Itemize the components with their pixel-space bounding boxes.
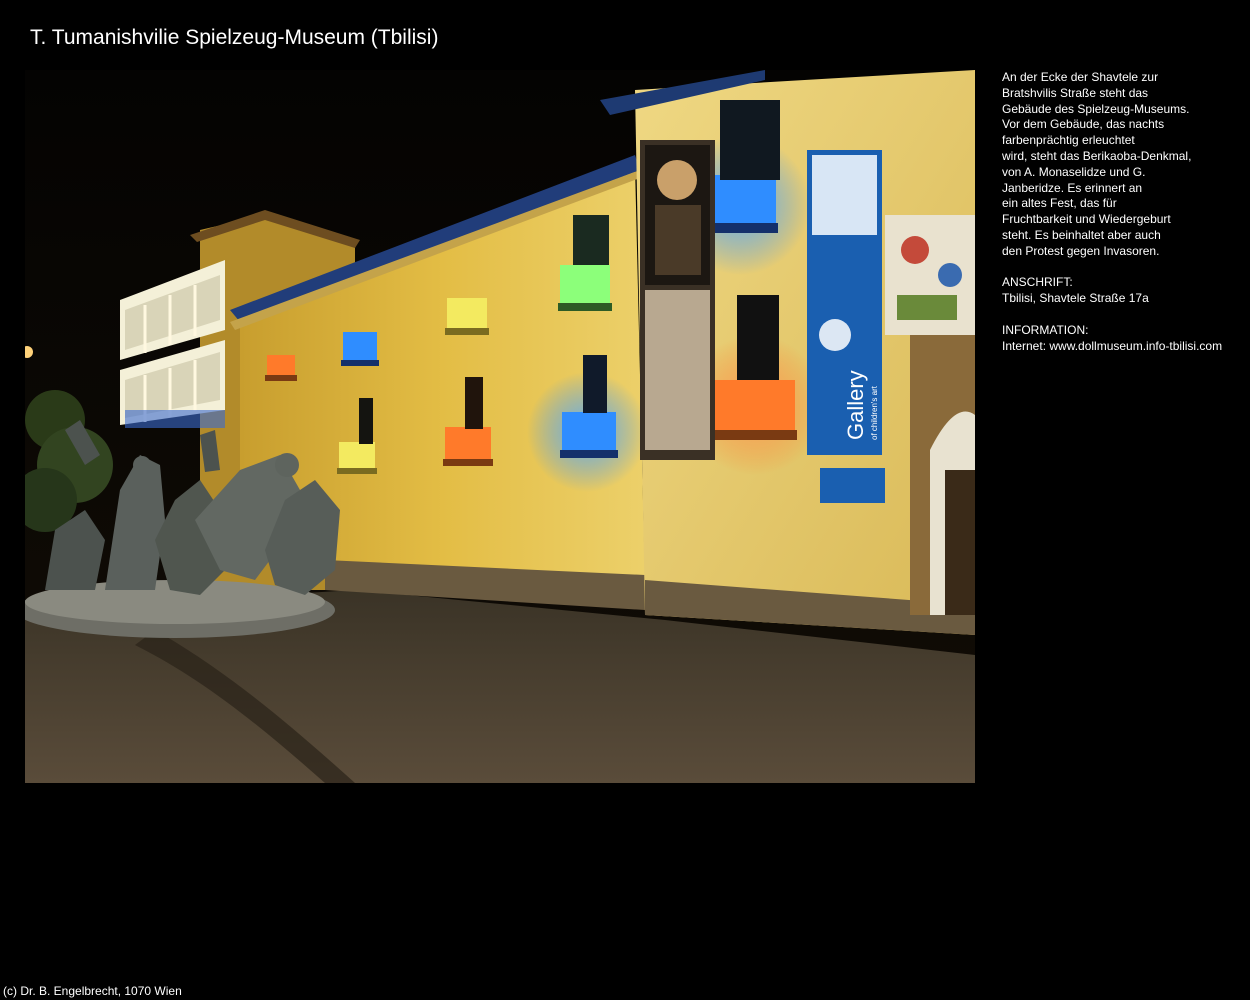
address-heading: ANSCHRIFT: <box>1002 275 1073 290</box>
window <box>465 377 483 429</box>
sign-banner-subtext: of children's art <box>870 385 879 440</box>
information-block: INFORMATION: Internet: www.dollmuseum.in… <box>1002 323 1242 355</box>
poster-portrait <box>640 140 715 460</box>
museum-photo: Gallery of children's art <box>25 70 975 783</box>
address-block: ANSCHRIFT: Tbilisi, Shavtele Straße 17a <box>1002 275 1242 307</box>
description-line: Bratshvilis Straße steht das <box>1002 85 1149 100</box>
description-line: den Protest gegen Invasoren. <box>1002 243 1160 258</box>
museum-photo-illustration: Gallery of children's art <box>25 70 975 783</box>
window <box>737 295 779 380</box>
balcony-yellow-upper <box>445 298 489 335</box>
entrance-door <box>945 470 975 615</box>
sign-banner-text: Gallery <box>843 370 868 440</box>
window <box>573 215 609 265</box>
balcony-yellow-lower <box>337 442 377 474</box>
description-line: ein altes Fest, das für <box>1002 196 1117 211</box>
balcony-orange-left <box>265 355 297 381</box>
address-value: Tbilisi, Shavtele Straße 17a <box>1002 291 1149 306</box>
information-heading: INFORMATION: <box>1002 322 1089 337</box>
description-line: Janberidze. Es erinnert an <box>1002 180 1143 195</box>
copyright-footer: (c) Dr. B. Engelbrecht, 1070 Wien <box>3 984 182 998</box>
description-line: An der Ecke der Shavtele zur <box>1002 70 1159 84</box>
balcony-green <box>558 265 612 311</box>
balcony-orange-middle <box>443 427 493 466</box>
small-sign <box>820 468 885 503</box>
window <box>720 100 780 180</box>
description-line: Fruchtbarkeit und Wiedergeburt <box>1002 212 1171 227</box>
sign-banner-gallery: Gallery of children's art <box>807 150 882 455</box>
page-title: T. Tumanishvilie Spielzeug-Museum (Tbili… <box>30 26 439 49</box>
description-line: farbenprächtig erleuchtet <box>1002 133 1135 148</box>
balcony-blue-small <box>341 332 379 366</box>
window <box>359 398 373 444</box>
window <box>583 355 607 413</box>
poster-childrens-art <box>885 215 975 335</box>
page: T. Tumanishvilie Spielzeug-Museum (Tbili… <box>0 0 1250 1000</box>
information-value: Internet: www.dollmuseum.info-tbilisi.co… <box>1002 338 1223 353</box>
description-panel: An der Ecke der Shavtele zur Bratshvilis… <box>1002 70 1242 370</box>
description-text: An der Ecke der Shavtele zur Bratshvilis… <box>1002 70 1242 260</box>
description-line: von A. Monaselidze und G. <box>1002 164 1146 179</box>
description-line: steht. Es beinhaltet aber auch <box>1002 227 1161 242</box>
description-line: Gebäude des Spielzeug-Museums. <box>1002 101 1190 116</box>
description-line: Vor dem Gebäude, das nachts <box>1002 117 1165 132</box>
description-line: wird, steht das Berikaoba-Denkmal, <box>1002 148 1192 163</box>
